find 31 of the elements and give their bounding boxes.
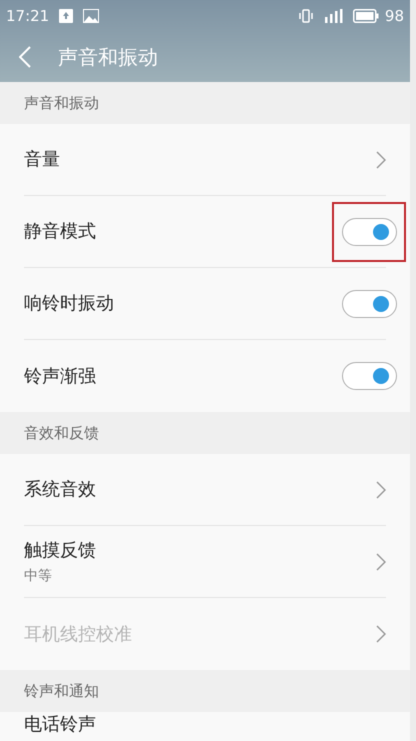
vibrate-icon	[298, 9, 313, 23]
toggle-switch[interactable]	[342, 218, 396, 246]
toggle-switch[interactable]	[342, 290, 396, 318]
toggle-switch[interactable]	[342, 362, 396, 390]
battery-level: 98	[384, 6, 404, 27]
setting-label: 静音模式	[24, 220, 96, 244]
signal-icon	[322, 9, 343, 23]
setting-row[interactable]: 音量	[24, 124, 386, 196]
page-title: 声音和振动	[58, 44, 158, 71]
setting-label: 电话铃声	[24, 714, 96, 735]
setting-label: 响铃时振动	[24, 292, 114, 316]
battery-icon	[352, 9, 379, 23]
setting-row[interactable]: 系统音效	[24, 454, 386, 526]
setting-row[interactable]: 触摸反馈 中等	[24, 526, 386, 598]
upload-icon	[59, 9, 74, 23]
section-header: 音效和反馈	[24, 422, 99, 444]
image-icon	[83, 9, 100, 23]
section-header: 声音和振动	[24, 92, 99, 114]
setting-label: 系统音效	[24, 478, 96, 502]
setting-label: 铃声渐强	[24, 364, 96, 388]
setting-label: 耳机线控校准	[24, 622, 132, 646]
setting-label: 音量	[24, 148, 60, 172]
chevron-right-icon	[376, 552, 386, 570]
setting-value: 中等	[24, 566, 53, 586]
setting-label: 触摸反馈	[24, 538, 96, 562]
chevron-right-icon	[376, 625, 386, 643]
chevron-right-icon	[376, 150, 386, 168]
section-header: 铃声和通知	[24, 680, 99, 702]
status-time: 17:21	[6, 6, 50, 27]
chevron-right-icon	[376, 480, 386, 498]
back-icon	[19, 46, 31, 68]
